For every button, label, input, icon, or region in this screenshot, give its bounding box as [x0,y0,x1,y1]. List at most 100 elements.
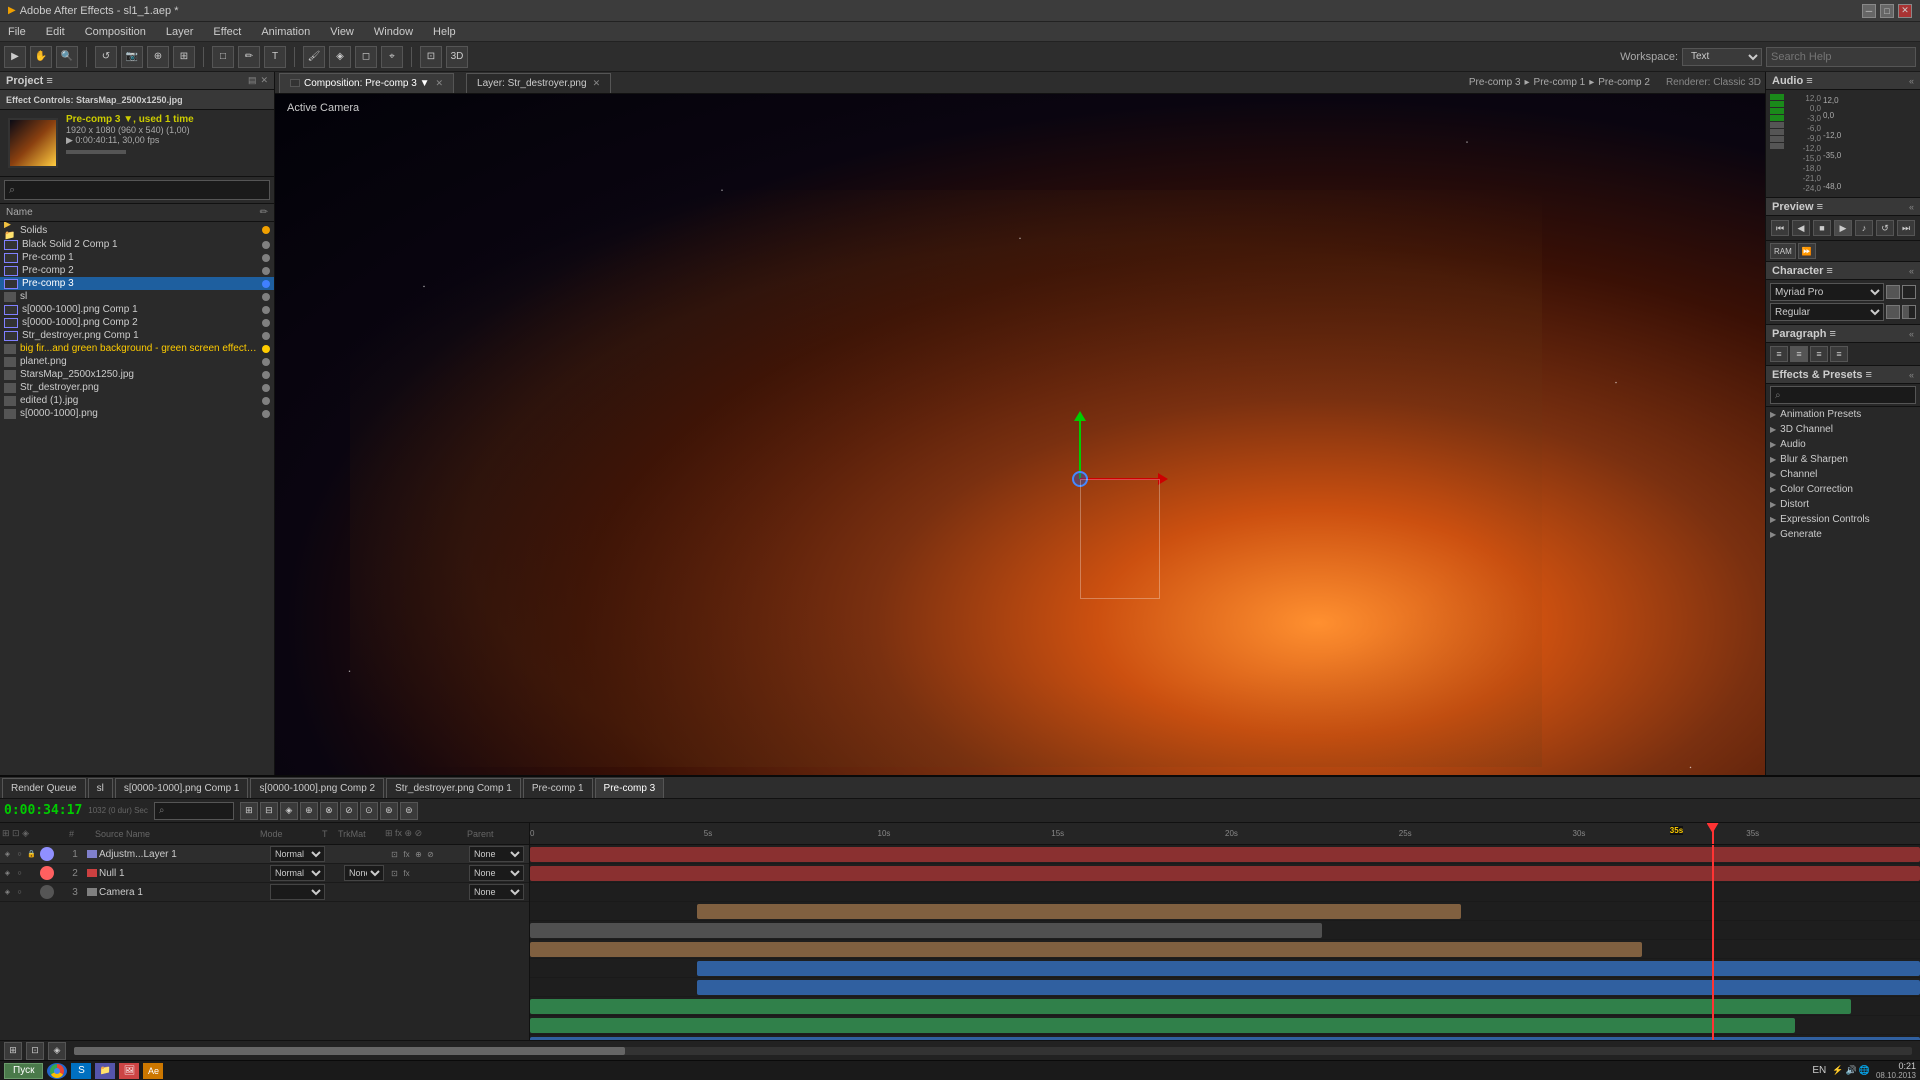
list-item[interactable]: ▶📁 Solids [0,222,274,238]
minimize-button[interactable]: ─ [1862,4,1876,18]
layer-parent[interactable]: None [469,846,529,862]
layer-row[interactable]: ◈ ○ 2 Null 1 Normal None ⊡ fx None [0,864,529,883]
list-item[interactable]: big fir...and green background - green s… [0,342,274,355]
tl-bottom-btn3[interactable]: ◈ [48,1042,66,1060]
tool-3d[interactable]: 3D [446,46,468,68]
taskbar-skype-icon[interactable]: S [71,1063,91,1079]
tab-close[interactable]: ✕ [436,78,444,89]
menu-file[interactable]: File [4,26,30,38]
menu-view[interactable]: View [326,26,358,38]
lock-icon[interactable] [26,868,37,879]
preview-back-btn[interactable]: ◀ [1792,220,1810,236]
list-item[interactable]: Str_destroyer.png Comp 1 [0,329,274,342]
shy-icon[interactable]: ◈ [2,887,13,898]
tl-tab-render[interactable]: Render Queue [2,778,86,798]
font-select[interactable]: Myriad Pro [1770,283,1884,301]
vis-dot[interactable] [40,885,54,899]
close-button[interactable]: ✕ [1898,4,1912,18]
audio-expand[interactable]: « [1909,76,1914,86]
layer-parent[interactable]: None [469,865,529,881]
timeline-scrollbar[interactable] [74,1047,1912,1055]
shy-icon[interactable]: ◈ [2,849,13,860]
align-center[interactable]: ≡ [1790,346,1808,362]
vis-dot[interactable] [40,866,54,880]
font-color[interactable] [1886,285,1900,299]
tool-rotate[interactable]: ↺ [95,46,117,68]
taskbar-img-icon[interactable]: 🖼 [119,1063,139,1079]
layer-row[interactable]: ◈ ○ 3 Camera 1 None [0,883,529,902]
effects-item-animation-presets[interactable]: ▶ Animation Presets [1766,407,1920,422]
list-item[interactable]: sl [0,290,274,303]
taskbar-ae-icon[interactable]: Ae [143,1063,163,1079]
tab-close[interactable]: ✕ [593,78,601,89]
tl-tab-precomp3[interactable]: Pre-comp 3 [595,778,665,798]
tool-pen[interactable]: ✏ [238,46,260,68]
shy-icon[interactable]: ◈ [2,868,13,879]
menu-edit[interactable]: Edit [42,26,69,38]
adj-icon[interactable]: ⊘ [425,849,436,860]
effects-item-blur[interactable]: ▶ Blur & Sharpen [1766,452,1920,467]
tl-btn-1[interactable]: ⊞ [240,802,258,820]
menu-window[interactable]: Window [370,26,417,38]
menu-layer[interactable]: Layer [162,26,198,38]
list-item-selected[interactable]: Pre-comp 3 [0,277,274,290]
paragraph-expand[interactable]: « [1909,329,1914,339]
layer-mode[interactable]: Normal [270,865,330,881]
preview-stop-btn[interactable]: ■ [1813,220,1831,236]
tool-orbit[interactable]: ⊕ [147,46,169,68]
preview-expand[interactable]: « [1909,202,1914,212]
tl-bottom-btn1[interactable]: ⊞ [4,1042,22,1060]
effects-item-expression[interactable]: ▶ Expression Controls [1766,512,1920,527]
fx-icon[interactable]: fx [401,868,412,879]
list-item[interactable]: StarsMap_2500x1250.jpg [0,368,274,381]
tool-zoom[interactable]: 🔍 [56,46,78,68]
list-item[interactable]: Black Solid 2 Comp 1 [0,238,274,251]
search-help-input[interactable] [1766,47,1916,67]
preview-skip-btn[interactable]: ⏩ [1798,243,1816,259]
list-item[interactable]: Str_destroyer.png [0,381,274,394]
tl-tab-sl[interactable]: sl [88,778,113,798]
comp-tab-precomp3[interactable]: Composition: Pre-comp 3 ▼ ✕ [279,73,454,93]
breadcrumb-item[interactable]: Pre-comp 3 [1469,77,1521,88]
switch-icon[interactable]: ⊡ [389,849,400,860]
align-right[interactable]: ≡ [1810,346,1828,362]
effects-item-distort[interactable]: ▶ Distort [1766,497,1920,512]
list-item[interactable]: edited (1).jpg [0,394,274,407]
project-search-input[interactable] [4,180,270,200]
tl-btn-5[interactable]: ⊗ [320,802,338,820]
menu-animation[interactable]: Animation [257,26,314,38]
solo-icon[interactable]: ○ [14,868,25,879]
tl-btn-8[interactable]: ⊛ [380,802,398,820]
tl-tab-comp2[interactable]: s[0000-1000].png Comp 2 [250,778,384,798]
font-color2[interactable] [1886,305,1900,319]
taskbar-folder-icon[interactable]: 📁 [95,1063,115,1079]
start-button[interactable]: Пуск [4,1063,43,1079]
solo-icon[interactable]: ○ [14,849,25,860]
breadcrumb-item[interactable]: Pre-comp 1 [1534,77,1586,88]
preview-ram-btn[interactable]: RAM [1770,243,1796,259]
tool-pan[interactable]: ⊞ [173,46,195,68]
effects-item-3dchannel[interactable]: ▶ 3D Channel [1766,422,1920,437]
layer-mode[interactable]: Normal [270,846,330,862]
preview-audio-btn[interactable]: ♪ [1855,220,1873,236]
effects-expand[interactable]: « [1909,370,1914,380]
taskbar-chrome-icon[interactable] [47,1063,67,1079]
list-item[interactable]: Pre-comp 2 [0,264,274,277]
tl-btn-4[interactable]: ⊕ [300,802,318,820]
tl-btn-2[interactable]: ⊟ [260,802,278,820]
preview-play-btn[interactable]: ▶ [1834,220,1852,236]
tl-tab-str[interactable]: Str_destroyer.png Comp 1 [386,778,521,798]
tool-select[interactable]: ▶ [4,46,26,68]
tl-bottom-btn2[interactable]: ⊡ [26,1042,44,1060]
list-item[interactable]: planet.png [0,355,274,368]
list-item[interactable]: s[0000-1000].png Comp 2 [0,316,274,329]
tool-text[interactable]: T [264,46,286,68]
menu-help[interactable]: Help [429,26,460,38]
list-item[interactable]: s[0000-1000].png [0,407,274,420]
timeline-search[interactable] [154,802,234,820]
tool-eraser[interactable]: ◻ [355,46,377,68]
fx-icon[interactable]: fx [401,849,412,860]
menu-composition[interactable]: Composition [81,26,150,38]
tool-puppet[interactable]: ⌖ [381,46,403,68]
effects-item-channel[interactable]: ▶ Channel [1766,467,1920,482]
